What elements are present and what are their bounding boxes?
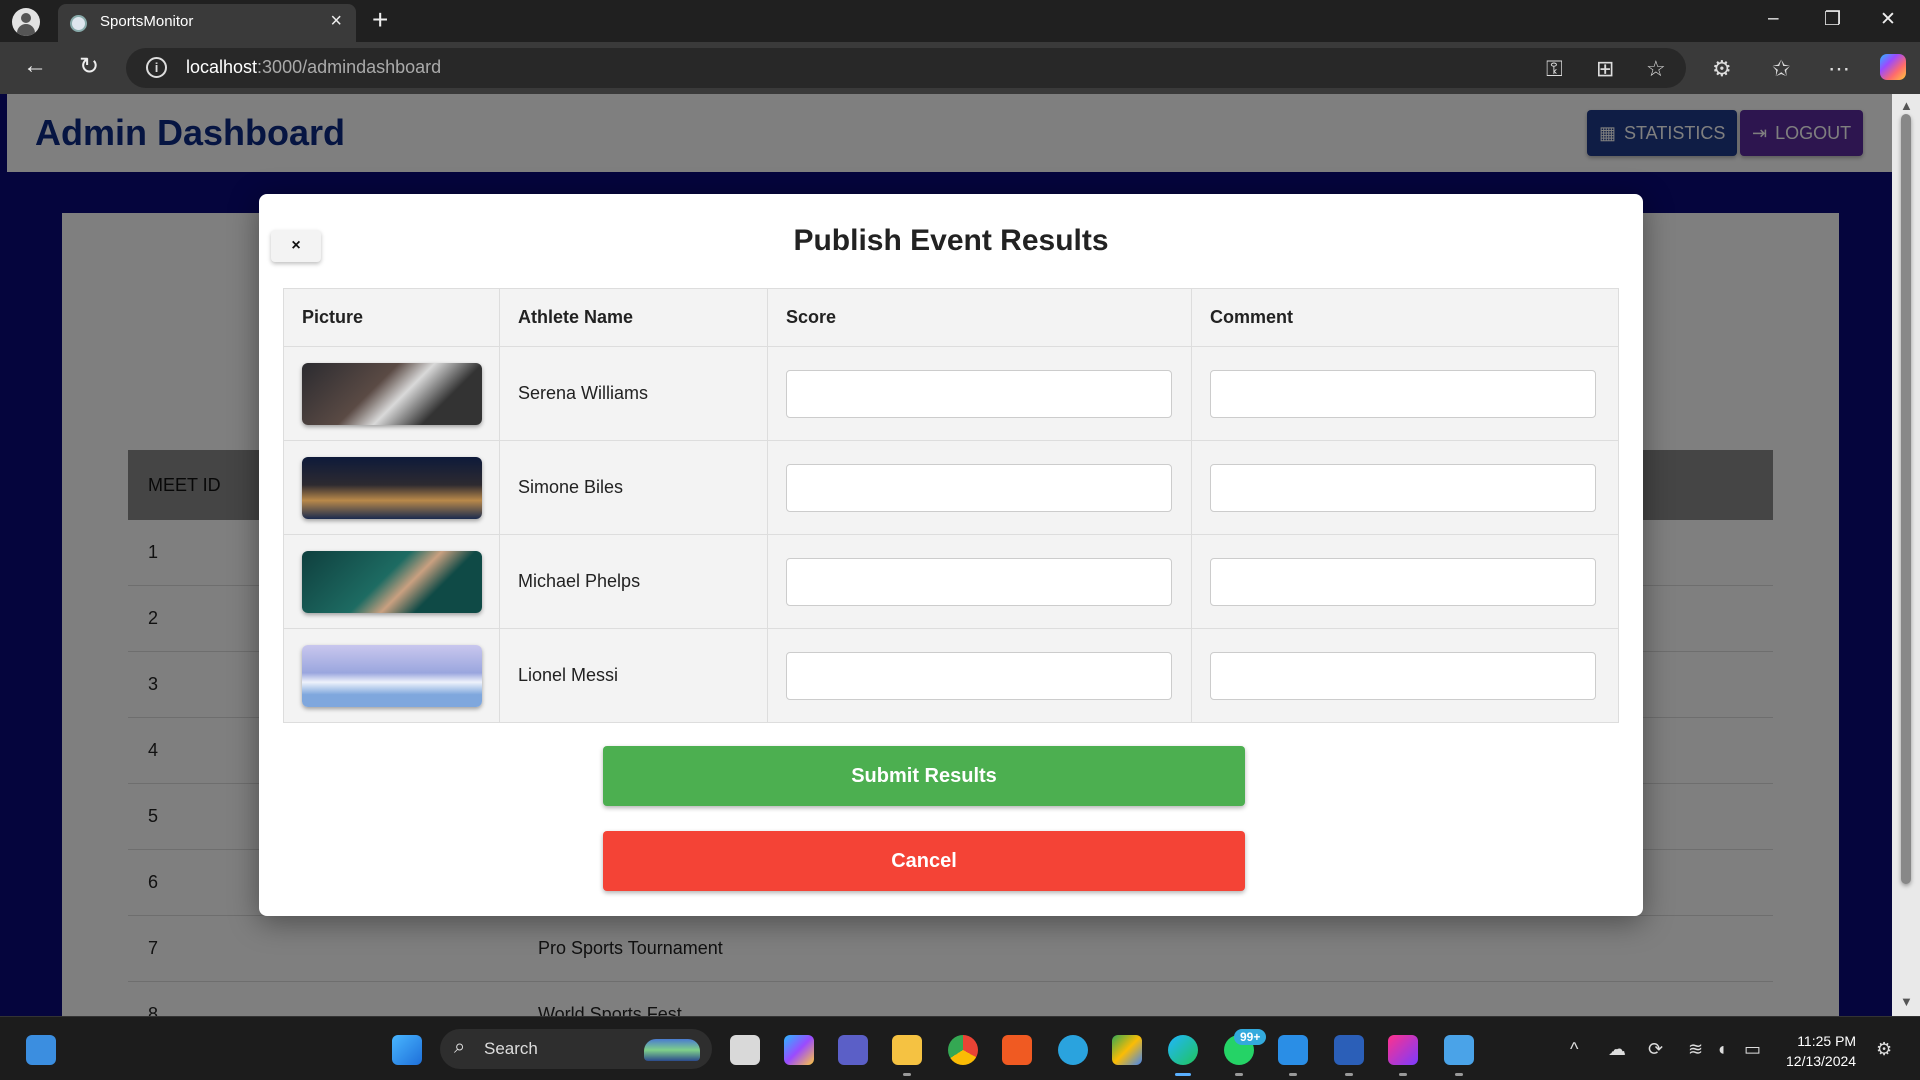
word-icon[interactable]	[1334, 1035, 1364, 1065]
wifi-icon[interactable]: ≋	[1688, 1039, 1703, 1060]
athlete-row: Michael Phelps	[283, 534, 1619, 629]
athlete-photo	[302, 456, 482, 519]
new-tab-icon[interactable]: +	[372, 4, 388, 36]
athlete-column-header: Athlete Name	[499, 288, 768, 347]
screen: SportsMonitor × + – ❐ ✕ ← ↻ i localhost:…	[0, 0, 1920, 1080]
close-tab-icon[interactable]: ×	[330, 10, 342, 33]
scroll-thumb[interactable]	[1901, 114, 1911, 884]
athlete-row: Simone Biles	[283, 440, 1619, 535]
athlete-photo	[302, 550, 482, 613]
minimize-icon[interactable]: –	[1768, 8, 1779, 30]
athlete-photo	[302, 362, 482, 425]
site-favicon-icon	[70, 15, 87, 32]
vscode-icon[interactable]	[1278, 1035, 1308, 1065]
athlete-row: Serena Williams	[283, 346, 1619, 441]
browser-tab[interactable]: SportsMonitor ×	[58, 4, 356, 42]
modal-title: Publish Event Results	[793, 224, 1109, 257]
athlete-photo	[302, 644, 482, 707]
chrome-icon[interactable]	[948, 1035, 978, 1065]
telegram-icon[interactable]	[1058, 1035, 1088, 1065]
widgets-icon[interactable]	[26, 1035, 56, 1065]
back-icon[interactable]: ←	[20, 52, 50, 80]
profile-icon[interactable]	[12, 8, 40, 36]
more-menu-icon[interactable]: ⋯	[1828, 56, 1850, 82]
scroll-down-icon[interactable]: ▼	[1900, 994, 1913, 1009]
comment-input[interactable]	[1210, 463, 1596, 512]
score-input[interactable]	[786, 651, 1172, 700]
favorite-star-icon[interactable]: ☆	[1646, 56, 1666, 82]
athlete-name: Simone Biles	[499, 440, 768, 535]
score-column-header: Score	[767, 288, 1192, 347]
onedrive-icon[interactable]: ☁	[1608, 1039, 1626, 1060]
running-indicator	[1235, 1073, 1243, 1076]
chevron-up-icon[interactable]: ^	[1570, 1039, 1578, 1060]
sync-icon[interactable]: ⟳	[1648, 1039, 1663, 1060]
teams-icon[interactable]	[838, 1035, 868, 1065]
score-input[interactable]	[786, 557, 1172, 606]
copilot-icon[interactable]	[1880, 54, 1906, 80]
notification-icon[interactable]: ⚙	[1876, 1039, 1892, 1060]
running-indicator	[1455, 1073, 1463, 1076]
comment-input[interactable]	[1210, 651, 1596, 700]
results-table: Picture Athlete Name Score Comment Seren…	[283, 288, 1619, 723]
reload-icon[interactable]: ↻	[74, 52, 104, 81]
restore-icon[interactable]: ❐	[1824, 8, 1841, 31]
battery-icon[interactable]: ▭	[1744, 1039, 1761, 1060]
close-window-icon[interactable]: ✕	[1880, 8, 1896, 31]
browser-tab-bar: SportsMonitor × + – ❐ ✕	[0, 0, 1920, 42]
key-icon[interactable]: ⚿	[1546, 56, 1563, 82]
scroll-up-icon[interactable]: ▲	[1900, 98, 1913, 113]
comment-input[interactable]	[1210, 369, 1596, 418]
score-input[interactable]	[786, 369, 1172, 418]
start-icon[interactable]	[392, 1035, 422, 1065]
search-highlight-icon	[644, 1039, 700, 1061]
comment-input[interactable]	[1210, 557, 1596, 606]
system-clock[interactable]: 11:25 PM 12/13/2024	[1786, 1031, 1856, 1071]
athlete-row: Lionel Messi	[283, 628, 1619, 723]
results-header-row: Picture Athlete Name Score Comment	[283, 288, 1619, 347]
favorites-icon[interactable]: ✩	[1772, 56, 1790, 82]
active-indicator	[1175, 1073, 1191, 1076]
browser-toolbar: ← ↻ i localhost:3000/admindashboard ⚿ ⊞ …	[0, 42, 1920, 94]
picture-column-header: Picture	[283, 288, 500, 347]
running-indicator	[1289, 1073, 1297, 1076]
comment-column-header: Comment	[1191, 288, 1619, 347]
extensions-icon[interactable]: ⚙	[1712, 56, 1732, 82]
search-icon: ⌕	[454, 1036, 466, 1058]
meet-icon[interactable]	[1112, 1035, 1142, 1065]
clock-date: 12/13/2024	[1786, 1053, 1857, 1069]
submit-results-button[interactable]: Submit Results	[603, 746, 1245, 806]
search-label: Search	[484, 1039, 538, 1058]
athlete-name: Michael Phelps	[499, 534, 768, 629]
app-available-icon[interactable]: ⊞	[1596, 56, 1614, 82]
site-info-icon[interactable]: i	[146, 57, 167, 78]
address-bar[interactable]: i localhost:3000/admindashboard ⚿ ⊞ ☆	[126, 48, 1686, 88]
volume-icon[interactable]: ◖	[1716, 1039, 1727, 1060]
taskbar: ⌕ Search 99+ ^ ☁ ⟳ ≋ ◖ ▭ 11:25 PM 12/13/…	[0, 1016, 1920, 1080]
athlete-name: Serena Williams	[499, 346, 768, 441]
page-scrollbar[interactable]: ▲ ▼	[1892, 94, 1920, 1016]
score-input[interactable]	[786, 463, 1172, 512]
clock-time: 11:25 PM	[1797, 1033, 1857, 1049]
url-text: localhost:3000/admindashboard	[186, 57, 442, 77]
copilot-app-icon[interactable]	[784, 1035, 814, 1065]
athlete-name: Lionel Messi	[499, 628, 768, 723]
file-explorer-icon[interactable]	[892, 1035, 922, 1065]
brave-icon[interactable]	[1002, 1035, 1032, 1065]
notepad-icon[interactable]	[1444, 1035, 1474, 1065]
tab-title: SportsMonitor	[100, 13, 194, 30]
edge-icon[interactable]	[1168, 1035, 1198, 1065]
task-view-icon[interactable]	[730, 1035, 760, 1065]
running-indicator	[1345, 1073, 1353, 1076]
whatsapp-badge: 99+	[1234, 1029, 1267, 1045]
publish-results-modal: × Publish Event Results Picture Athlete …	[259, 194, 1643, 916]
cancel-button[interactable]: Cancel	[603, 831, 1245, 891]
intellij-icon[interactable]	[1388, 1035, 1418, 1065]
running-indicator	[903, 1073, 911, 1076]
running-indicator	[1399, 1073, 1407, 1076]
taskbar-search[interactable]: ⌕ Search	[440, 1029, 712, 1069]
